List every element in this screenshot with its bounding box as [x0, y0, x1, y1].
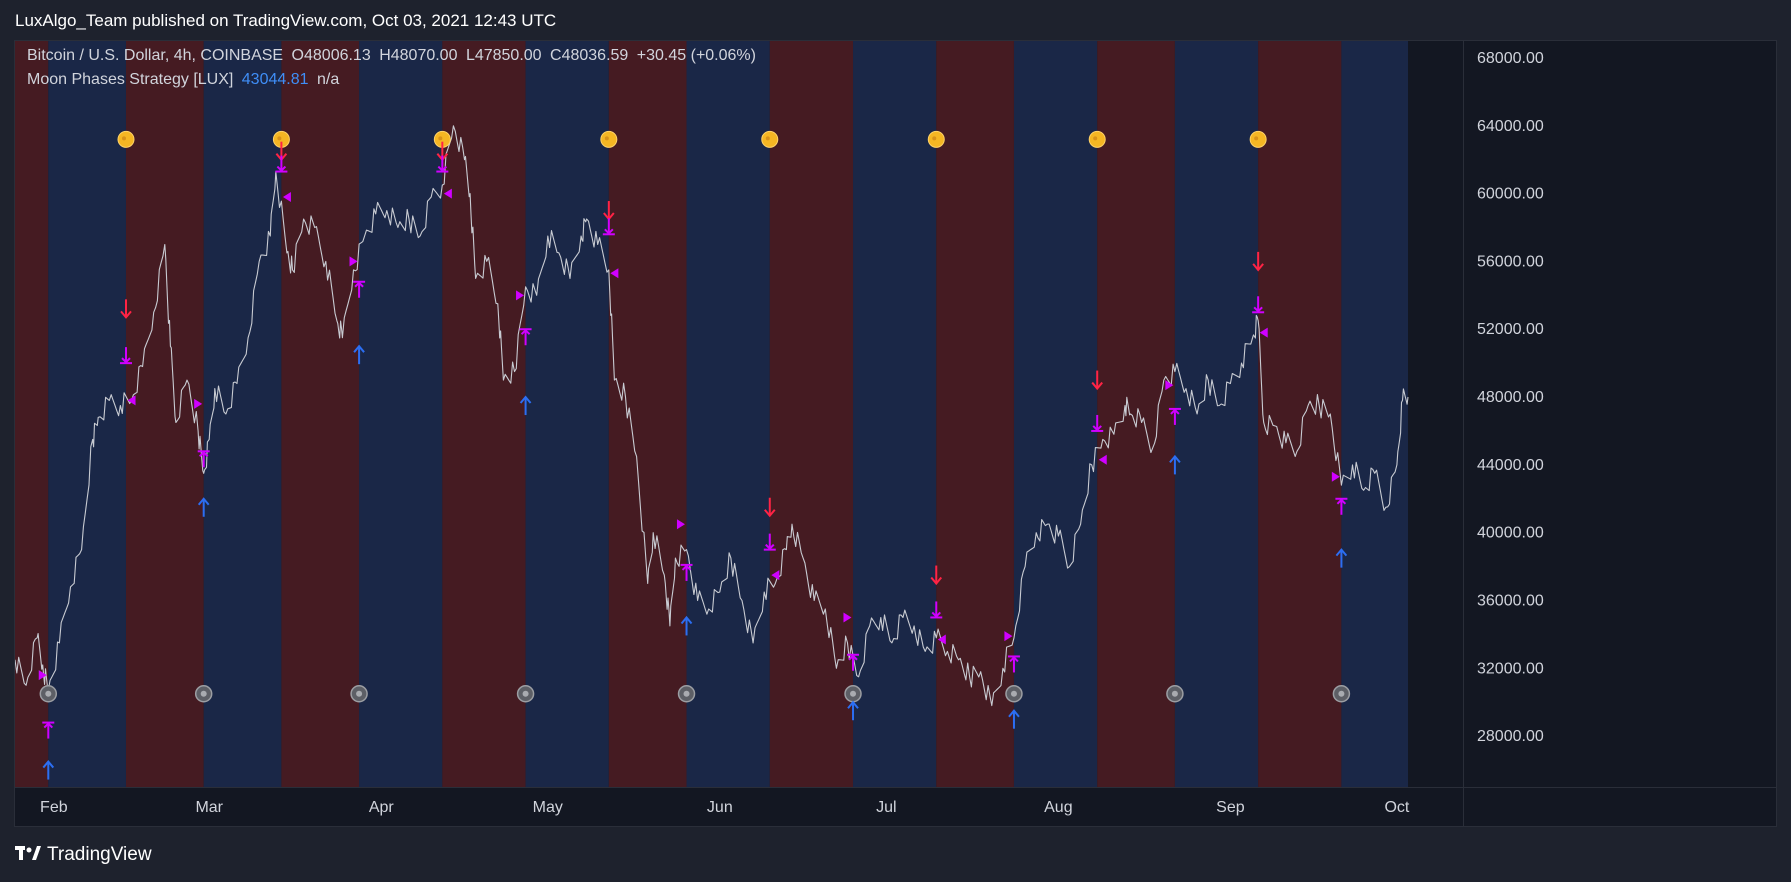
full-moon-crater	[277, 136, 282, 141]
price-tick-label: 64000.00	[1477, 118, 1544, 135]
tradingview-logo-icon	[15, 845, 41, 866]
symbol-name[interactable]: Bitcoin / U.S. Dollar, 4h, COINBASE	[27, 47, 283, 64]
moon-phase-band	[203, 41, 282, 787]
price-tick-label: 52000.00	[1477, 321, 1544, 338]
ohlc-open: O48006.13	[291, 47, 371, 64]
full-moon-disc	[761, 130, 779, 148]
symbol-legend: Bitcoin / U.S. Dollar, 4h, COINBASE O480…	[27, 47, 760, 65]
time-tick-label: Sep	[1216, 799, 1245, 816]
full-moon-disc	[117, 130, 135, 148]
full-moon-icon	[927, 130, 945, 148]
price-tick-label: 40000.00	[1477, 525, 1544, 542]
tradingview-footer[interactable]: TradingView	[15, 844, 152, 866]
moon-phase-band	[608, 41, 687, 787]
time-tick-label: Feb	[40, 799, 68, 816]
moon-phase-band	[525, 41, 609, 787]
full-moon-icon	[1249, 130, 1267, 148]
ohlc-low: L47850.00	[465, 47, 542, 64]
ohlc-close: C48036.59	[550, 47, 629, 64]
price-tick-label: 44000.00	[1477, 457, 1544, 474]
price-change: +30.45 (+0.06%)	[636, 47, 756, 64]
full-moon-crater	[1093, 136, 1098, 141]
time-tick-label: Oct	[1384, 799, 1409, 816]
moon-phase-band	[48, 41, 126, 787]
new-moon-crater	[850, 690, 857, 697]
moon-phase-band	[686, 41, 770, 787]
price-tick-label: 56000.00	[1477, 253, 1544, 270]
moon-phase-band	[1341, 41, 1408, 787]
new-moon-crater	[522, 690, 529, 697]
chart-pane[interactable]: 28000.00 32000.00 36000.00 40000.00 44000.00…	[14, 40, 1777, 827]
new-moon-icon	[350, 685, 368, 703]
new-moon-icon	[194, 685, 213, 703]
new-moon-crater	[200, 690, 207, 697]
full-moon-icon	[117, 130, 135, 148]
moon-phase-band	[769, 41, 854, 787]
full-moon-icon	[1088, 130, 1106, 148]
new-moon-crater	[1171, 690, 1178, 697]
full-moon-icon	[600, 130, 618, 148]
moon-phase-band	[125, 41, 204, 787]
moon-phase-band	[1174, 41, 1259, 787]
new-moon-icon	[1332, 685, 1351, 703]
full-moon-icon	[761, 130, 779, 148]
price-tick-label: 36000.00	[1477, 593, 1544, 610]
tradingview-brand: TradingView	[47, 844, 152, 865]
full-moon-disc	[927, 130, 945, 148]
time-tick-label: May	[533, 799, 563, 816]
study-legend: Moon Phases Strategy [LUX] 43044.81 n/a	[27, 71, 343, 89]
new-moon-crater	[1010, 690, 1017, 697]
price-tick-label: 60000.00	[1477, 186, 1544, 203]
time-tick-label: Aug	[1044, 799, 1072, 816]
full-moon-crater	[765, 136, 770, 141]
study-value: 43044.81	[241, 71, 309, 88]
moon-phase-band	[359, 41, 443, 787]
study-name[interactable]: Moon Phases Strategy [LUX]	[27, 71, 233, 88]
full-moon-crater	[438, 136, 443, 141]
new-moon-crater	[1338, 690, 1345, 697]
price-tick-label: 68000.00	[1477, 50, 1544, 67]
time-tick-label: Jul	[876, 799, 896, 816]
price-chart[interactable]: 28000.00 32000.00 36000.00 40000.00 44000.00…	[15, 41, 1776, 826]
price-tick-label: 48000.00	[1477, 389, 1544, 406]
moon-phase-band	[442, 41, 526, 787]
moon-phase-band	[1013, 41, 1098, 787]
moon-phase-band	[1258, 41, 1342, 787]
study-na: n/a	[316, 71, 340, 88]
new-moon-icon	[1005, 685, 1023, 703]
price-tick-label: 32000.00	[1477, 660, 1544, 677]
moon-phase-band	[281, 41, 360, 787]
full-moon-crater	[932, 136, 937, 141]
full-moon-disc	[600, 130, 618, 148]
full-moon-crater	[604, 136, 609, 141]
time-tick-label: Jun	[707, 799, 733, 816]
new-moon-icon	[677, 685, 696, 703]
new-moon-crater	[356, 690, 363, 697]
moon-phase-band	[853, 41, 937, 787]
full-moon-disc	[1249, 130, 1267, 148]
full-moon-crater	[121, 136, 126, 141]
moon-phase-band	[1097, 41, 1175, 787]
full-moon-crater	[1254, 136, 1259, 141]
new-moon-icon	[1166, 685, 1184, 703]
price-tick-label: 28000.00	[1477, 728, 1544, 745]
ohlc-high: H48070.00	[379, 47, 458, 64]
published-header: LuxAlgo_Team published on TradingView.co…	[15, 11, 557, 30]
new-moon-icon	[844, 685, 862, 703]
new-moon-icon	[516, 685, 535, 703]
full-moon-disc	[1088, 130, 1106, 148]
new-moon-crater	[45, 690, 52, 697]
time-tick-label: Apr	[369, 799, 395, 816]
new-moon-crater	[683, 690, 690, 697]
time-tick-label: Mar	[195, 799, 223, 816]
new-moon-icon	[39, 685, 58, 703]
